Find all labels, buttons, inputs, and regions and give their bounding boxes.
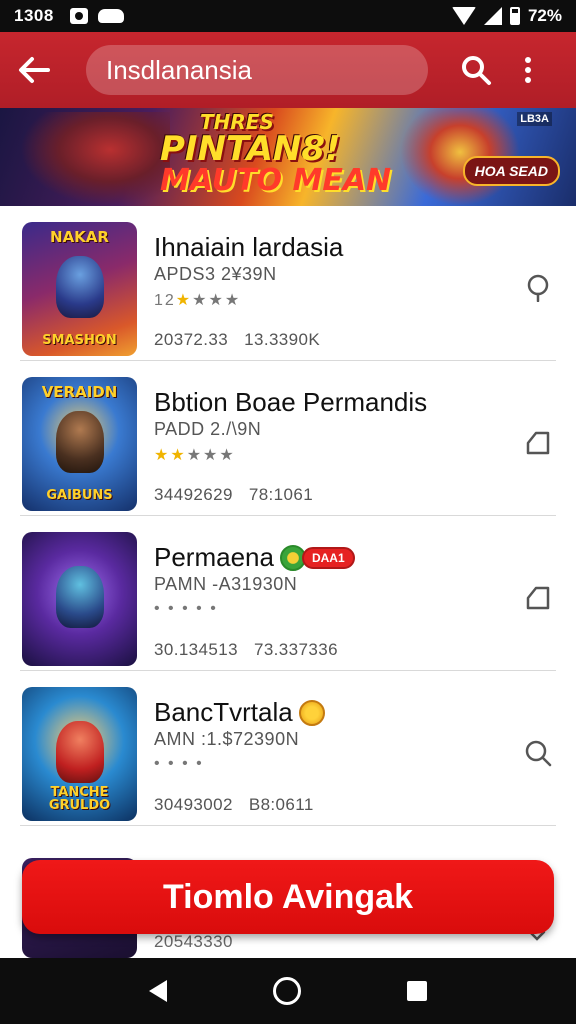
status-time: 1308 [14, 6, 54, 25]
nav-home-icon[interactable] [273, 977, 301, 1005]
list-item[interactable]: VERAIDN GAIBUNS Bbtion Boae Permandis PA… [0, 361, 576, 516]
search-text: Insdlanansia [106, 54, 252, 85]
title-line: Bbtion Boae Permandis [154, 387, 427, 418]
nav-recents-icon[interactable] [407, 981, 427, 1001]
app-subtitle: APDS3 2¥39N [154, 264, 277, 284]
bookmark-icon[interactable] [524, 429, 552, 457]
app-icon: VERAIDN GAIBUNS [22, 377, 137, 511]
stats: 20372.33 13.3390K [154, 330, 320, 350]
list-item[interactable]: TANCHE GRULDO BancTvrtala AMN :1.$72390N… [0, 671, 576, 826]
icon-top-caption: NAKAR [50, 228, 109, 246]
banner-title: THRES PINTAN8! MAUTO MEAN [160, 112, 400, 196]
battery-icon [509, 7, 520, 25]
app-bar: Insdlanansia [0, 32, 576, 108]
icon-caption: SMASHON [42, 333, 117, 349]
search-icon[interactable] [524, 739, 552, 767]
notification-icon [69, 8, 88, 24]
app-subtitle: PAMN -A31930N [154, 574, 298, 594]
app-title: Permaena [154, 542, 274, 572]
app-icon [22, 532, 137, 666]
status-bar: 1308 72% [0, 0, 576, 32]
status-right: 72% [451, 6, 562, 26]
title-line: Permaena DAA1 [154, 542, 355, 573]
app-title: Ihnaiain lardasia [154, 232, 344, 262]
stat-2: 13.3390K [244, 330, 321, 349]
banner-button[interactable]: HOA SEAD [462, 156, 560, 186]
rating-dots: • • • • • [154, 600, 218, 617]
system-nav-bar [0, 958, 576, 1024]
stat-1: 30493002 [154, 795, 233, 814]
app-icon: TANCHE GRULDO [22, 687, 137, 821]
nav-back-icon[interactable] [149, 980, 167, 1002]
app-title: Bbtion Boae Permandis [154, 387, 428, 417]
status-left-icons [69, 8, 124, 24]
banner-line2: PINTAN8! [160, 129, 341, 169]
pin-icon[interactable] [524, 274, 552, 303]
hero-figure [56, 411, 104, 473]
app-subtitle: PADD 2./\9N [154, 419, 262, 439]
app-subtitle: AMN :1.$72390N [154, 729, 300, 749]
hero-figure [56, 566, 104, 628]
app-icon: NAKAR SMASHON [22, 222, 137, 356]
promo-banner[interactable]: THRES PINTAN8! MAUTO MEAN LB3A HOA SEAD [0, 108, 576, 206]
stat-1: 20543330 [154, 932, 233, 951]
rating-count: 12 [154, 292, 176, 309]
hero-figure [56, 256, 104, 318]
signal-icon [483, 7, 502, 25]
back-arrow-icon[interactable] [14, 50, 54, 90]
more-vert-icon[interactable] [518, 50, 538, 90]
wifi-icon [451, 7, 476, 25]
app-title: BancTvrtala [154, 697, 293, 727]
hero-figure [56, 721, 104, 783]
title-line: Ihnaiain lardasia [154, 232, 343, 263]
title-line: BancTvrtala [154, 697, 325, 728]
list-item[interactable]: NAKAR SMASHON Ihnaiain lardasia APDS3 2¥… [0, 206, 576, 361]
icon-top-caption: VERAIDN [41, 383, 118, 401]
coin-badge-icon [298, 699, 325, 726]
stat-2: 73.337336 [253, 640, 338, 659]
stat-1: 34492629 [154, 485, 233, 504]
banner-hero-left [20, 112, 170, 206]
battery-percent: 72% [527, 6, 562, 25]
stat-1: 20372.33 [154, 330, 229, 349]
rating: 12★★★★ [154, 292, 242, 309]
stats: 30.134513 73.337336 [154, 640, 338, 660]
list-item[interactable]: Permaena DAA1 PAMN -A31930N • • • • • 30… [0, 516, 576, 671]
cloud-icon [97, 9, 124, 23]
promo-tag: DAA1 [301, 546, 355, 569]
rating-dots: • • • • [154, 755, 204, 772]
rating: ★★★★★ [154, 447, 236, 464]
banner-tag: LB3A [517, 112, 552, 126]
banner-line3: MAUTO MEAN [160, 163, 392, 198]
stat-2: B8:0611 [248, 795, 314, 814]
cta-button[interactable]: Tiomlo Avingak [22, 860, 554, 934]
stat-1: 30.134513 [154, 640, 238, 659]
stats: 34492629 78:1061 [154, 485, 313, 505]
icon-caption: TANCHE GRULDO [48, 784, 111, 814]
stats: 30493002 B8:0611 [154, 795, 314, 815]
app-list: NAKAR SMASHON Ihnaiain lardasia APDS3 2¥… [0, 206, 576, 826]
stat-2: 78:1061 [248, 485, 314, 504]
search-icon[interactable] [456, 50, 496, 90]
bookmark-icon[interactable] [524, 584, 552, 612]
search-input[interactable]: Insdlanansia [86, 45, 428, 95]
icon-caption: GAIBUNS [46, 488, 113, 504]
